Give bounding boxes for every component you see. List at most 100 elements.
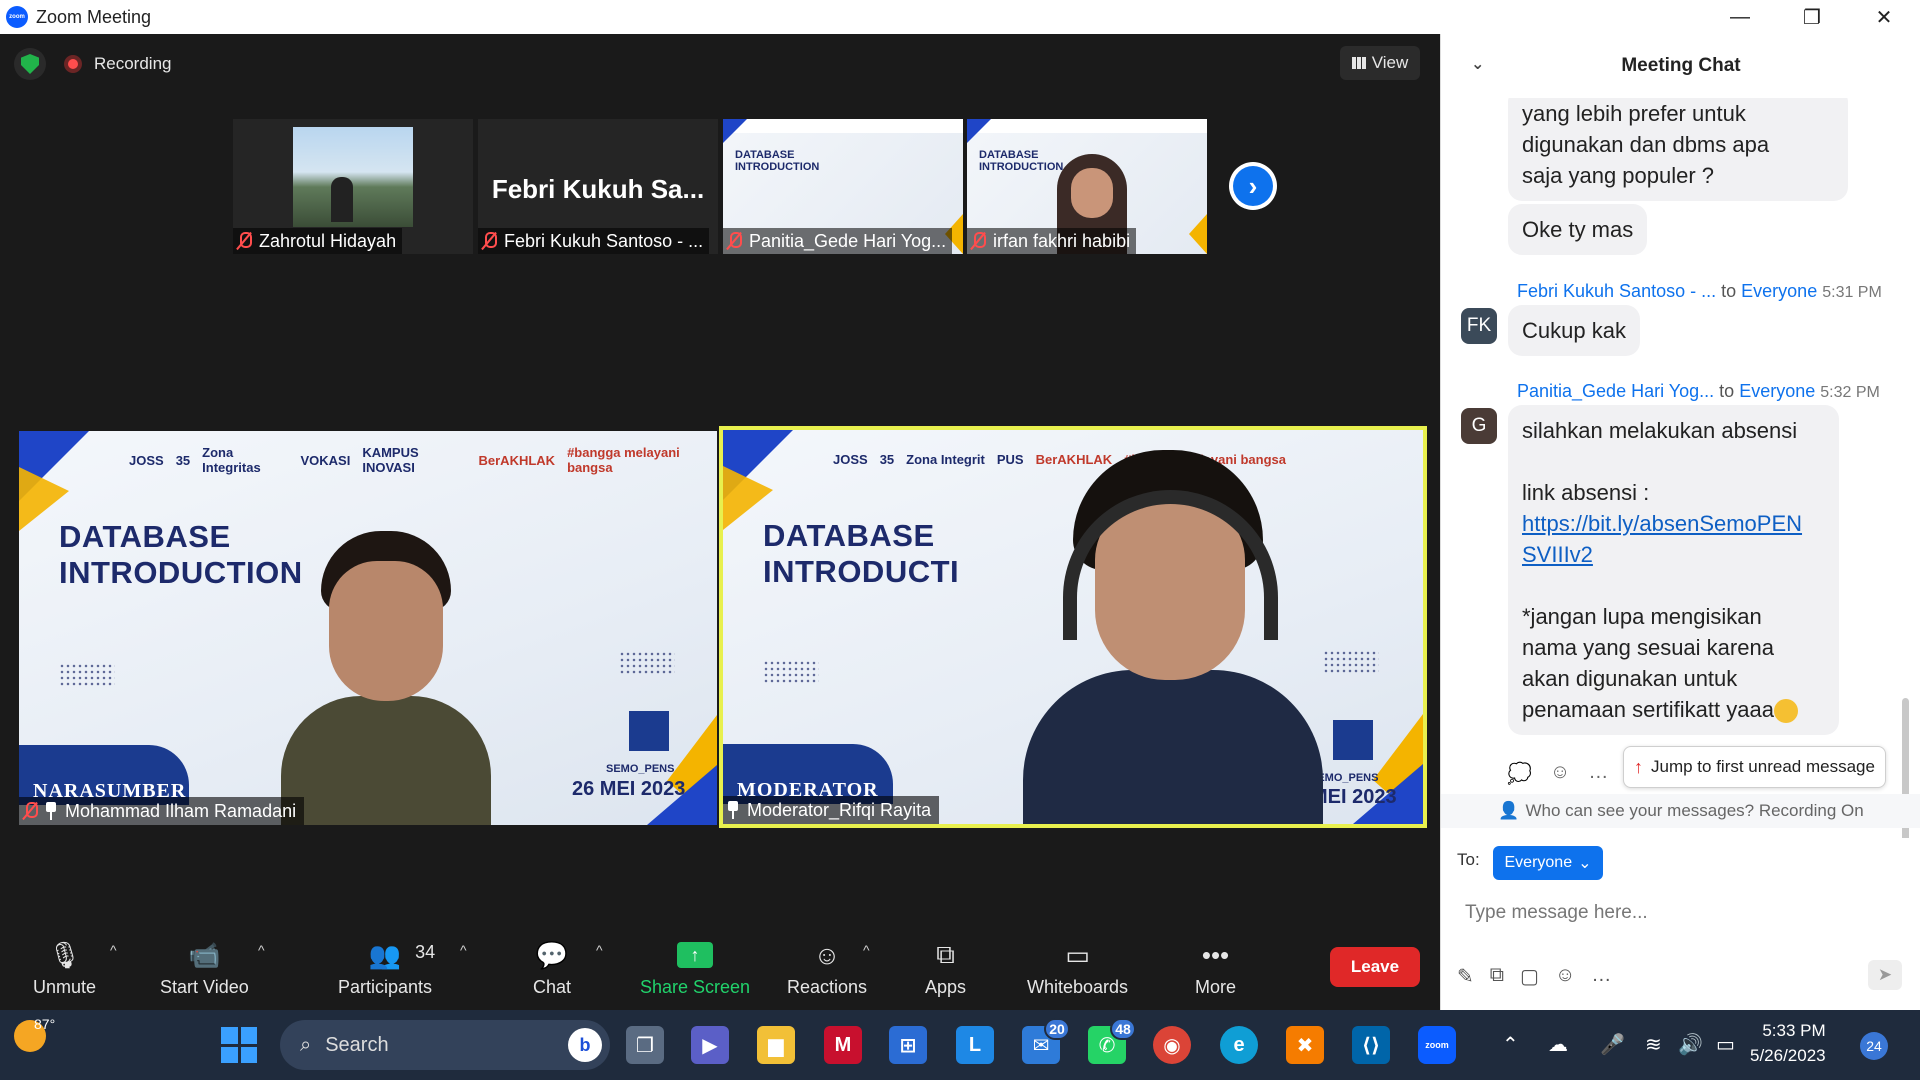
xampp-icon[interactable]: ✖ [1286, 1026, 1324, 1064]
mail-badge: 20 [1044, 1018, 1070, 1040]
launcher-l-icon[interactable]: L [956, 1026, 994, 1064]
avatar[interactable]: FK [1461, 308, 1497, 344]
chat-button[interactable]: 💬 Chat [533, 936, 571, 998]
pin-icon [45, 802, 57, 820]
edge-icon[interactable]: e [1220, 1026, 1258, 1064]
chat-recipient: Everyone [1739, 381, 1816, 401]
participant-name: irfan fakhri habibi [993, 230, 1131, 251]
mic-muted-icon: 🎙 [48, 939, 82, 970]
zoom-taskbar-icon[interactable]: zoom [1418, 1026, 1456, 1064]
whiteboards-button[interactable]: ▭ Whiteboards [1027, 936, 1128, 998]
mcafee-icon[interactable]: M [824, 1026, 862, 1064]
attendance-link-cont[interactable]: SVIIIv2 [1522, 539, 1825, 570]
reactions-options-caret[interactable]: ^ [863, 942, 870, 958]
window-controls: — ❐ ✕ [1704, 0, 1920, 34]
volume-icon[interactable]: 🔊 [1678, 1032, 1703, 1057]
onedrive-cloud-icon[interactable]: ☁ [1548, 1032, 1568, 1057]
microsoft-store-icon[interactable]: ⊞ [889, 1026, 927, 1064]
chat-message: yang lebih prefer untuk digunakan dan db… [1508, 98, 1848, 201]
whatsapp-icon[interactable]: ✆ 48 [1088, 1018, 1136, 1064]
chevron-down-icon[interactable]: ⌄ [1471, 54, 1484, 74]
reactions-button[interactable]: ☺ Reactions [787, 936, 867, 998]
next-page-button[interactable]: › [1229, 162, 1277, 210]
participants-button[interactable]: 👥 34 Participants [338, 936, 436, 998]
add-reaction-icon[interactable]: ☺ [1550, 761, 1570, 786]
close-button[interactable]: ✕ [1848, 0, 1920, 34]
participant-thumbnail[interactable]: DATABASE INTRODUCTION irfan fakhri habib… [967, 119, 1207, 254]
vscode-icon[interactable]: ⟨⟩ [1352, 1026, 1390, 1064]
participant-thumbnail[interactable]: DATABASE INTRODUCTION Panitia_Gede Hari … [723, 119, 963, 254]
message-visibility-notice[interactable]: 👤 Who can see your messages? Recording O… [1441, 794, 1920, 828]
maximize-button[interactable]: ❐ [1776, 0, 1848, 34]
windows-start-icon[interactable] [221, 1027, 257, 1063]
chat-bubble-icon: 💬 [535, 939, 569, 970]
person-lock-icon: 👤 [1498, 801, 1520, 820]
unmute-button[interactable]: 🎙 Unmute [33, 936, 96, 998]
weather-widget[interactable]: 87° [14, 1016, 55, 1052]
video-tile-active-speaker[interactable]: JOSS 35 Zona Integrit PUS BerAKHLAK #ban… [719, 426, 1427, 828]
reply-icon[interactable]: 💭 [1507, 761, 1532, 786]
attendance-link[interactable]: https://bit.ly/absenSemoPEN [1522, 508, 1825, 539]
emoji-icon[interactable]: ☺ [1555, 964, 1575, 989]
wifi-icon[interactable]: ≋ [1645, 1032, 1662, 1057]
share-screen-button[interactable]: ↑ Share Screen [640, 936, 750, 998]
chrome-icon[interactable]: ◉ [1153, 1026, 1191, 1064]
recording-indicator[interactable]: Recording [64, 54, 172, 74]
bing-icon: b [568, 1028, 602, 1062]
more-actions-icon[interactable]: … [1588, 761, 1608, 786]
chat-recipient: Everyone [1741, 281, 1818, 301]
chevron-up-icon[interactable]: ⌃ [1502, 1032, 1519, 1057]
participants-options-caret[interactable]: ^ [460, 942, 467, 958]
screenshot-icon[interactable]: ⧉ [1490, 964, 1504, 989]
task-view-icon[interactable]: ❐ [626, 1026, 664, 1064]
video-off-icon: 📹 [188, 939, 221, 970]
chevron-down-icon: ⌄ [1578, 855, 1592, 872]
meeting-toolbar: 🎙 Unmute ^ 📹 Start Video ^ 👥 34 Participa… [0, 920, 1440, 1010]
meeting-area: Recording View Zahrotul Hidayah Febri Ku… [0, 34, 1440, 1010]
microphone-icon[interactable]: 🎤 [1600, 1032, 1625, 1057]
send-button[interactable]: ➤ [1868, 960, 1902, 990]
participants-count: 34 [415, 942, 436, 962]
file-explorer-icon[interactable]: ▆ [757, 1026, 795, 1064]
more-icon[interactable]: … [1591, 964, 1611, 989]
security-shield-icon[interactable] [14, 48, 46, 80]
participant-thumbnail[interactable]: Febri Kukuh Sa... Febri Kukuh Santoso - … [478, 119, 718, 254]
chat-message: Cukup kak [1508, 305, 1640, 356]
jump-to-unread-button[interactable]: ↑ Jump to first unread message [1623, 746, 1886, 788]
teams-icon[interactable]: ▶ [691, 1026, 729, 1064]
format-text-icon[interactable]: ✎ [1457, 964, 1474, 989]
taskbar-search[interactable]: ⌕ Search b [280, 1020, 610, 1070]
smiling-face-emoji-icon [1773, 699, 1798, 724]
audio-options-caret[interactable]: ^ [110, 942, 117, 958]
chat-title: Meeting Chat [1621, 55, 1741, 76]
video-options-caret[interactable]: ^ [258, 942, 265, 958]
notification-count-badge[interactable]: 24 [1860, 1032, 1888, 1060]
chat-sender[interactable]: Febri Kukuh Santoso - ... [1517, 281, 1716, 301]
avatar[interactable]: G [1461, 408, 1497, 444]
apps-button[interactable]: ⧉ Apps [925, 936, 966, 998]
minimize-button[interactable]: — [1704, 0, 1776, 34]
participant-name: Zahrotul Hidayah [259, 230, 397, 251]
slide-event-label: SEMO_PENS [606, 763, 675, 775]
virtual-background: JOSS 35 Zona Integritas VOKASI KAMPUS IN… [19, 431, 717, 825]
video-tile-speaker[interactable]: JOSS 35 Zona Integritas VOKASI KAMPUS IN… [19, 431, 717, 825]
recipient-dropdown[interactable]: Everyone ⌄ [1493, 846, 1603, 880]
chat-options-caret[interactable]: ^ [596, 942, 603, 958]
battery-icon[interactable]: ▭ [1716, 1032, 1735, 1057]
recording-label: Recording [94, 54, 172, 73]
file-icon[interactable]: ▢ [1520, 964, 1539, 989]
start-video-button[interactable]: 📹 Start Video [160, 936, 249, 998]
system-clock[interactable]: 5:33 PM 5/26/2023 [1750, 1018, 1826, 1068]
participant-display-name: Febri Kukuh Sa... [491, 174, 705, 204]
chevron-right-icon: › [1233, 166, 1273, 206]
view-button[interactable]: View [1340, 46, 1420, 80]
mail-icon[interactable]: ✉ 20 [1022, 1018, 1070, 1064]
leave-button[interactable]: Leave [1330, 947, 1420, 987]
chat-message-list[interactable]: yang lebih prefer untuk digunakan dan db… [1441, 98, 1911, 838]
participant-name-tag: Febri Kukuh Santoso - ... [478, 228, 710, 254]
more-button[interactable]: ••• More [1195, 936, 1236, 998]
chat-sender[interactable]: Panitia_Gede Hari Yog... [1517, 381, 1714, 401]
participant-thumbnail[interactable]: Zahrotul Hidayah [233, 119, 473, 254]
mic-muted-icon [727, 232, 742, 250]
chat-message-input[interactable] [1465, 896, 1895, 930]
